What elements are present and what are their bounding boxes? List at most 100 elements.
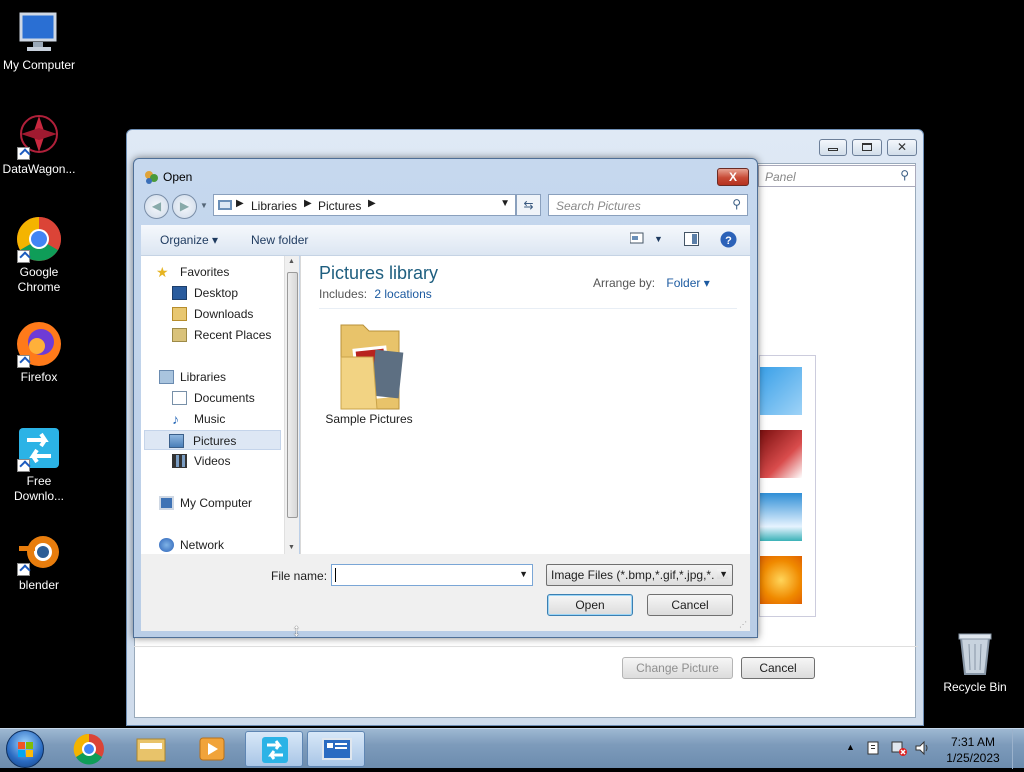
desktop-icon-label: Google Chrome xyxy=(17,265,61,294)
desktop-icon-label: Firefox xyxy=(20,370,58,384)
search-icon: ⚲ xyxy=(732,197,741,211)
datawagon-icon xyxy=(15,112,63,160)
file-name-input[interactable]: ▼ xyxy=(331,564,533,586)
nav-pictures[interactable]: Pictures xyxy=(144,430,281,450)
view-icon xyxy=(629,232,644,244)
file-type-select[interactable]: Image Files (*.bmp,*.gif,*.jpg,*. ▼ xyxy=(546,564,733,586)
preview-pane-button[interactable] xyxy=(684,232,699,249)
desktop-icon-datawagon[interactable]: DataWagon... xyxy=(0,112,78,177)
resize-grip[interactable]: ⋰ xyxy=(739,620,747,629)
wallpaper-thumbnail[interactable] xyxy=(760,367,802,415)
volume-icon[interactable] xyxy=(914,740,930,759)
scroll-down-icon[interactable]: ▼ xyxy=(288,544,295,551)
desktop-icon-label: Recycle Bin xyxy=(943,680,1007,694)
desktop-icon-google-chrome[interactable]: Google Chrome xyxy=(0,215,78,295)
taskbar-chrome[interactable] xyxy=(60,731,118,767)
breadcrumb-libraries[interactable]: Libraries xyxy=(251,199,297,213)
divider xyxy=(134,646,918,647)
maximize-button[interactable] xyxy=(852,139,882,156)
folder-sample-pictures[interactable]: Sample Pictures xyxy=(319,317,419,426)
refresh-button[interactable]: ⇆ xyxy=(516,194,541,216)
shortcut-arrow-icon xyxy=(17,355,30,368)
scrollbar-thumb[interactable] xyxy=(287,272,298,518)
computer-icon xyxy=(15,8,63,56)
wallpaper-thumbnail[interactable] xyxy=(760,493,802,541)
desktop-icon-free-download[interactable]: Free Downlo... xyxy=(0,424,78,504)
nav-my-computer[interactable]: My Computer xyxy=(159,493,299,513)
new-folder-button[interactable]: New folder xyxy=(251,233,308,247)
scroll-up-icon[interactable]: ▲ xyxy=(288,258,295,265)
help-button[interactable]: ? xyxy=(720,231,737,251)
navigation-scrollbar[interactable]: ▲ ▼ xyxy=(284,256,299,554)
show-hidden-icons-button[interactable]: ▲ xyxy=(846,742,855,752)
free-download-manager-icon xyxy=(15,424,63,472)
locations-link[interactable]: 2 locations xyxy=(374,287,431,301)
desktop-icon-label: My Computer xyxy=(2,58,76,72)
media-player-icon xyxy=(199,737,225,761)
cancel-button[interactable]: Cancel xyxy=(647,594,733,616)
desktop-icon-label: blender xyxy=(18,578,60,592)
system-clock[interactable]: 7:31 AM 1/25/2023 xyxy=(940,734,1006,766)
address-bar[interactable]: ▶ Libraries ▶ Pictures ▶ ▼ xyxy=(213,194,516,216)
downloads-folder-icon xyxy=(172,307,187,321)
minimize-button[interactable] xyxy=(819,139,847,156)
search-placeholder: Search Pictures xyxy=(556,199,641,213)
preview-pane-icon xyxy=(684,232,699,246)
back-button[interactable]: ◀ xyxy=(144,194,169,219)
wallpaper-thumbnail[interactable] xyxy=(760,430,802,478)
start-button[interactable] xyxy=(6,730,44,768)
arrange-by-dropdown[interactable]: Folder ▾ xyxy=(666,276,709,290)
taskbar-free-download-manager[interactable] xyxy=(245,731,303,767)
action-center-icon[interactable] xyxy=(866,740,882,759)
nav-favorites[interactable]: ★ Favorites xyxy=(156,262,299,282)
divider xyxy=(319,308,737,309)
control-panel-search[interactable]: Panel ⚲ xyxy=(758,165,916,187)
text-cursor xyxy=(335,568,336,582)
close-button[interactable]: ✕ xyxy=(887,139,917,156)
shortcut-arrow-icon xyxy=(17,250,30,263)
search-pictures-input[interactable]: Search Pictures ⚲ xyxy=(548,194,748,216)
desktop-icon-blender[interactable]: blender xyxy=(0,528,78,593)
documents-icon xyxy=(172,391,187,405)
help-icon: ? xyxy=(720,231,737,248)
file-name-dropdown-icon[interactable]: ▼ xyxy=(519,569,528,579)
nav-network[interactable]: Network xyxy=(159,535,299,555)
breadcrumb-pictures[interactable]: Pictures xyxy=(318,199,361,213)
star-icon: ★ xyxy=(156,264,169,280)
change-view-button[interactable] xyxy=(629,232,644,247)
recent-pages-dropdown[interactable]: ▼ xyxy=(200,201,208,210)
show-desktop-button[interactable] xyxy=(1012,729,1024,769)
nav-libraries[interactable]: Libraries xyxy=(159,367,299,387)
command-toolbar: Organize ▾ New folder ▼ ? xyxy=(141,225,750,256)
forward-button[interactable]: ▶ xyxy=(172,194,197,219)
chevron-right-icon: ▶ xyxy=(236,198,244,209)
taskbar: ▲ 7:31 AM 1/25/2023 xyxy=(0,728,1024,769)
desktop-icon-my-computer[interactable]: My Computer xyxy=(0,8,78,73)
navigation-pane: ★ Favorites Desktop Downloads Recent Pla… xyxy=(141,256,299,554)
network-status-icon[interactable] xyxy=(890,740,908,759)
taskbar-control-panel[interactable] xyxy=(307,731,365,767)
background-cancel-button[interactable]: Cancel xyxy=(741,657,815,679)
search-icon: ⚲ xyxy=(900,168,909,182)
music-icon: ♪ xyxy=(172,411,179,427)
firefox-icon xyxy=(15,320,63,368)
open-button[interactable]: Open xyxy=(547,594,633,616)
wallpaper-thumbnails[interactable] xyxy=(759,355,816,617)
view-dropdown-icon[interactable]: ▼ xyxy=(654,234,663,244)
organize-button[interactable]: Organize ▾ xyxy=(160,233,218,247)
control-panel-icon xyxy=(322,738,352,760)
change-picture-button[interactable]: Change Picture xyxy=(622,657,733,679)
desktop-icon-firefox[interactable]: Firefox xyxy=(0,320,78,385)
dialog-title: Open xyxy=(163,170,193,184)
dialog-app-icon xyxy=(143,169,159,188)
shortcut-arrow-icon xyxy=(17,563,30,576)
dialog-close-button[interactable]: X xyxy=(717,168,749,186)
folder-icon xyxy=(136,738,166,762)
taskbar-media-player[interactable] xyxy=(183,731,241,767)
wallpaper-thumbnail[interactable] xyxy=(760,556,802,604)
address-dropdown-icon[interactable]: ▼ xyxy=(500,198,510,209)
desktop-icon-recycle-bin[interactable]: Recycle Bin xyxy=(936,630,1014,695)
taskbar-explorer[interactable] xyxy=(122,731,180,767)
windows-logo-icon xyxy=(18,742,33,757)
library-includes: Includes: 2 locations xyxy=(319,287,432,301)
